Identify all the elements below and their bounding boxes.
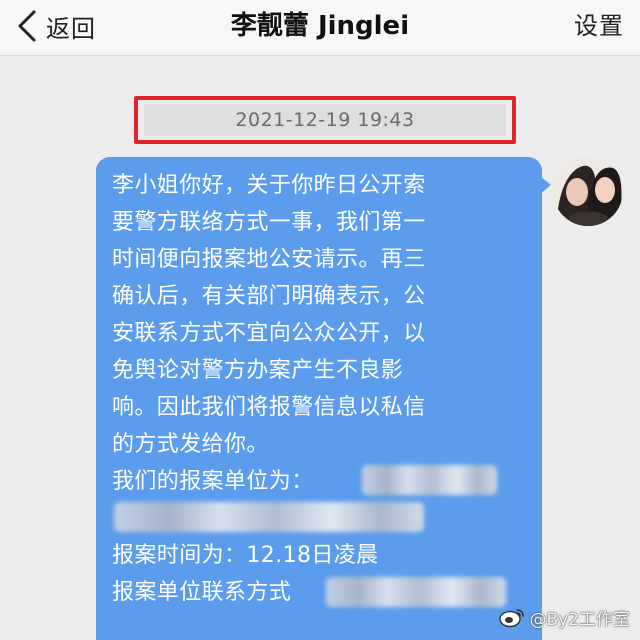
bubble-tail: [540, 176, 551, 194]
redacted-unit-name: [362, 465, 497, 495]
message-line: 免舆论对警方办案产生不良影: [112, 358, 404, 383]
redacted-contact-info: [326, 577, 506, 607]
avatar[interactable]: [553, 156, 623, 226]
weibo-icon: [499, 609, 525, 628]
message-line: 的方式发给你。: [112, 432, 269, 457]
redacted-unit-name-continued: [114, 502, 424, 532]
message-timestamp: 2021-12-19 19:43: [235, 109, 415, 131]
chat-screen: 返回 李靓蕾 Jinglei 设置 2021-12-19 19:43 李小姐你好…: [0, 0, 640, 640]
message-line: 报案时间为：12.18日凌晨: [112, 543, 379, 568]
message-line: 李小姐你好，关于你昨日公开索: [112, 173, 426, 198]
nav-bar: 返回 李靓蕾 Jinglei 设置: [0, 0, 640, 56]
watermark-text: @By2工作室: [529, 609, 630, 630]
message-line: 要警方联络方式一事，我们第一: [112, 210, 426, 235]
settings-button[interactable]: 设置: [574, 8, 624, 44]
message-line: 安联系方式不宜向公众公开，以: [112, 321, 426, 346]
message-line: 确认后，有关部门明确表示，公: [112, 284, 426, 309]
timestamp-highlight-box: 2021-12-19 19:43: [134, 96, 516, 144]
avatar-photo: [553, 156, 623, 226]
watermark: @By2工作室: [499, 603, 630, 631]
message-line: 时间便向报案地公安请示。再三: [112, 247, 426, 272]
timestamp-pill: 2021-12-19 19:43: [144, 104, 506, 136]
message-line: 响。因此我们将报警信息以私信: [112, 395, 426, 420]
chat-title: 李靓蕾 Jinglei: [230, 11, 410, 41]
